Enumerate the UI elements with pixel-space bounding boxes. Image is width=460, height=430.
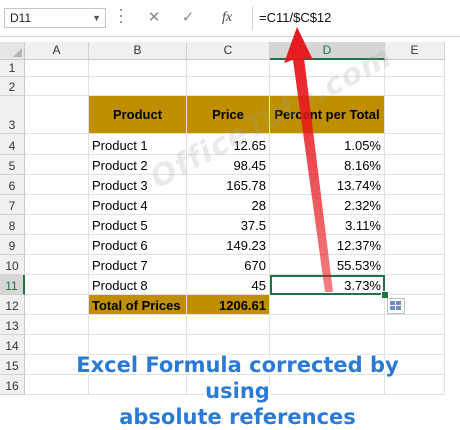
caption: Excel Formula corrected by using absolut…	[50, 352, 425, 430]
arrow-shape	[284, 27, 333, 292]
caption-line-2: absolute references	[119, 405, 356, 429]
caption-line-1: Excel Formula corrected by using	[76, 353, 399, 403]
